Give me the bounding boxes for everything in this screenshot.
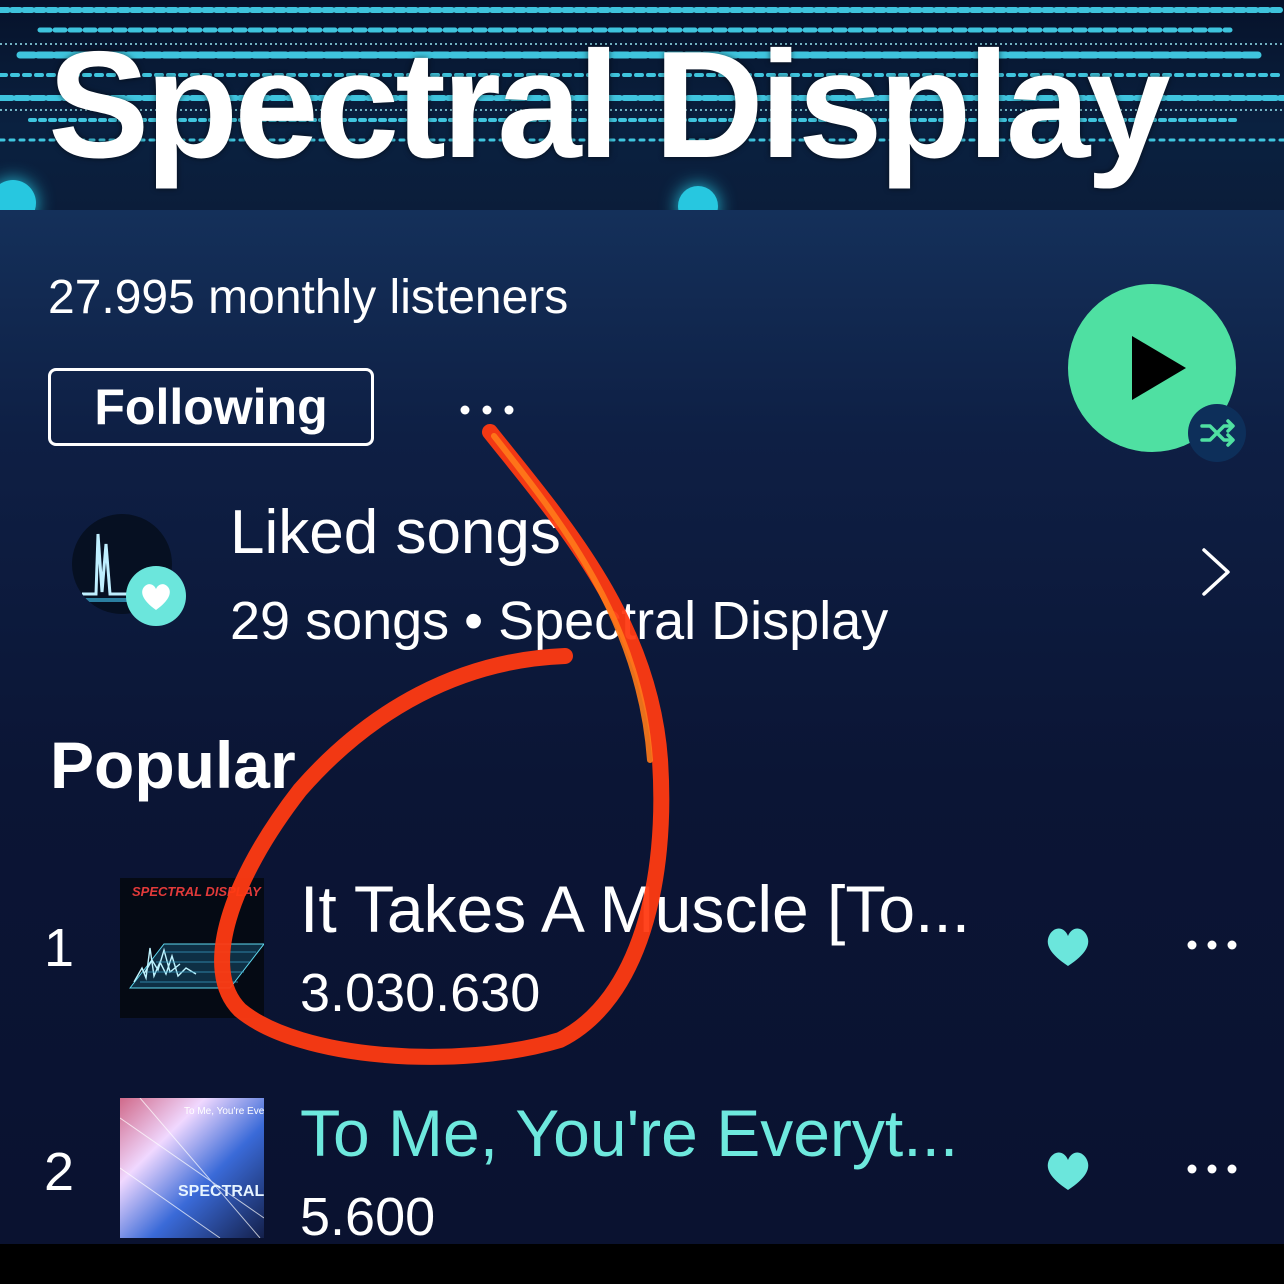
track-artwork: To Me, You're Everything SPECTRAL xyxy=(120,1098,264,1238)
track-row[interactable]: 1 SPECTRAL DISPLAY It Takes A Muscle [To… xyxy=(0,872,1284,1023)
liked-songs-subtitle: 29 songs • Spectral Display xyxy=(230,591,889,651)
artist-page: Spectral Display 27.995 monthly listener… xyxy=(0,0,1284,1284)
track-artwork: SPECTRAL DISPLAY xyxy=(120,878,264,1018)
track-row[interactable]: 2 To Me, You're Everything SPECTRAL To M… xyxy=(0,1096,1284,1247)
track-title: It Takes A Muscle [To... xyxy=(300,872,971,946)
track-title-playing: To Me, You're Everyt... xyxy=(300,1096,959,1170)
popular-heading: Popular xyxy=(50,728,296,802)
chevron-right-icon[interactable] xyxy=(1196,544,1236,600)
track-artwork-label: SPECTRAL DISPLAY xyxy=(132,884,262,899)
heart-icon[interactable] xyxy=(1044,1148,1092,1192)
artist-name: Spectral Display xyxy=(48,20,1171,190)
liked-songs-heart-badge xyxy=(126,566,186,626)
bottom-black-bar xyxy=(0,1244,1284,1284)
track-play-count: 5.600 xyxy=(300,1187,436,1247)
track-play-count: 3.030.630 xyxy=(300,963,541,1023)
track-rank: 2 xyxy=(44,1142,75,1202)
shuffle-button[interactable] xyxy=(1188,404,1246,462)
track-artwork-label: To Me, You're Everything xyxy=(184,1106,264,1117)
more-options-icon[interactable] xyxy=(455,380,525,420)
track-artwork-label: SPECTRAL xyxy=(178,1183,264,1200)
heart-icon[interactable] xyxy=(1044,924,1092,968)
monthly-listeners: 27.995 monthly listeners xyxy=(48,271,569,324)
more-options-icon[interactable] xyxy=(1186,938,1238,952)
heart-icon xyxy=(142,584,170,610)
shuffle-icon xyxy=(1200,419,1235,447)
following-button[interactable]: Following xyxy=(48,368,374,446)
more-options-icon[interactable] xyxy=(1186,1162,1238,1176)
artist-header-banner: Spectral Display xyxy=(0,0,1284,210)
liked-songs-title: Liked songs xyxy=(230,498,561,567)
track-rank: 1 xyxy=(44,918,75,978)
